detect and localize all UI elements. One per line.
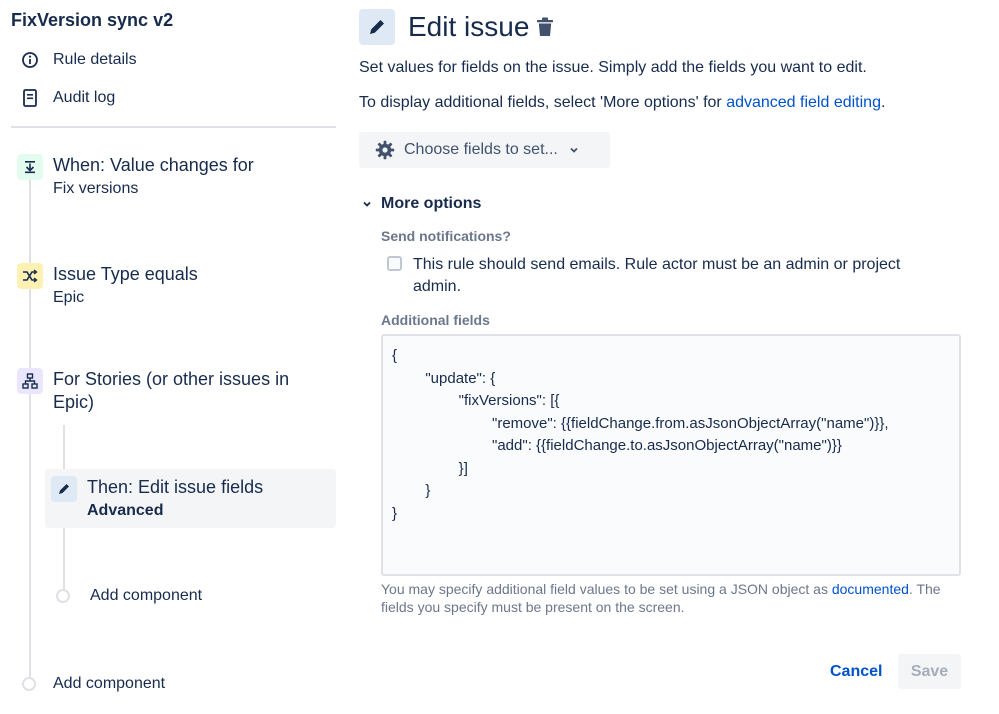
trash-icon[interactable] [534,16,556,38]
save-button[interactable]: Save [898,654,961,689]
more-fields-prefix: To display additional fields, select 'Mo… [359,94,727,111]
sidebar-link-rule-details[interactable]: Rule details [20,50,137,70]
choose-fields-label: Choose fields to set... [404,141,558,158]
chevron-down-icon [568,144,580,156]
add-component-outer[interactable]: Add component [22,675,165,693]
sidebar-divider [11,126,336,128]
documented-link[interactable]: documented [832,581,909,597]
sidebar-link-audit-log[interactable]: Audit log [20,88,115,108]
add-component-inner[interactable]: Add component [56,587,202,605]
send-notifications-label: Send notifications? [381,228,511,244]
step-title: Issue Type equals [53,264,198,284]
timeline-dot [56,589,70,603]
pencil-icon [51,476,77,502]
send-notifications-checkbox[interactable] [387,256,402,271]
more-options-toggle[interactable]: More options [361,195,481,213]
gear-icon [375,140,395,160]
branch-icon [17,368,43,394]
step-branch[interactable]: For Stories (or other issues in Epic) [17,368,317,414]
add-component-label: Add component [53,675,166,692]
additional-fields-label: Additional fields [381,312,490,328]
info-icon [20,50,40,70]
pencil-icon [370,20,384,34]
chevron-down-icon [361,198,373,210]
step-subtitle: Advanced [87,502,164,519]
additional-fields-help: You may specify additional field values … [381,580,971,616]
timeline-dot [22,677,36,691]
cancel-button[interactable]: Cancel [820,655,892,689]
more-options-label: More options [381,195,482,212]
document-icon [20,88,40,108]
step-condition[interactable]: Issue Type equals Epic [17,263,198,308]
step-trigger[interactable]: When: Value changes for Fix versions [17,154,254,199]
step-action-selected[interactable]: Then: Edit issue fields Advanced [45,469,336,528]
advanced-field-editing-link[interactable]: advanced field editing [726,94,881,111]
page-title: Edit issue [408,11,530,42]
step-subtitle: Epic [53,289,85,306]
step-subtitle: Fix versions [53,180,139,197]
add-component-label: Add component [90,587,203,604]
sidebar-link-label: Rule details [53,51,137,68]
additional-fields-json-input[interactable]: { "update": { "fixVersions": [{ "remove"… [381,334,961,576]
send-notifications-text: This rule should send emails. Rule actor… [413,256,901,295]
more-fields-suffix: . [880,94,886,111]
timeline-line-outer [29,178,31,686]
more-fields-hint: To display additional fields, select 'Mo… [359,94,885,112]
sidebar-link-label: Audit log [53,89,116,106]
choose-fields-button[interactable]: Choose fields to set... [359,132,610,168]
condition-icon [17,263,43,289]
step-title: For Stories (or other issues in Epic) [53,369,290,412]
trigger-icon [17,154,43,180]
edit-issue-icon [359,9,395,45]
step-title: Then: Edit issue fields [87,477,264,497]
step-title: When: Value changes for [53,155,254,175]
edit-description: Set values for fields on the issue. Simp… [359,59,867,76]
rule-title: FixVersion sync v2 [11,10,174,30]
send-notifications-row: This rule should send emails. Rule actor… [387,254,933,298]
help-prefix: You may specify additional field values … [381,581,832,597]
